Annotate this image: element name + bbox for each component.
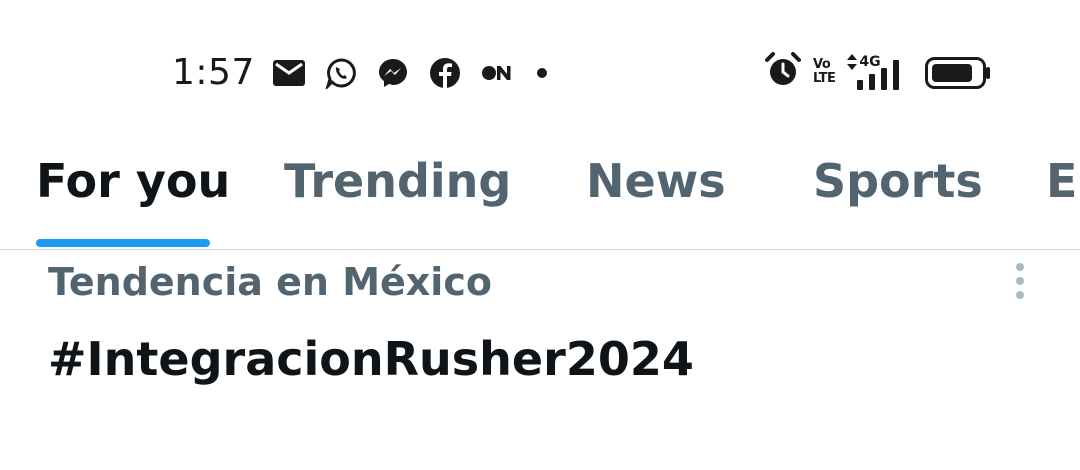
volte-line-1: Vo xyxy=(813,57,831,72)
more-dot-icon xyxy=(535,57,549,89)
data-arrows-icon xyxy=(847,54,858,72)
network-4g-icon: 4G xyxy=(847,54,911,90)
messenger-icon xyxy=(377,57,409,89)
whatsapp-icon xyxy=(325,57,357,89)
email-icon xyxy=(273,57,305,89)
volte-icon: Vo LTE xyxy=(813,57,836,86)
tab-trending[interactable]: Trending xyxy=(284,154,511,208)
tab-bar: For you Trending News Sports En xyxy=(0,130,1080,250)
trend-title[interactable]: #IntegracionRusher2024 xyxy=(48,332,694,386)
on-app-icon xyxy=(481,57,515,89)
signal-icon xyxy=(857,58,911,95)
more-options-button[interactable] xyxy=(1004,260,1036,302)
trend-item[interactable]: Tendencia en México #IntegracionRusher20… xyxy=(0,250,1080,470)
more-vertical-icon xyxy=(1016,263,1024,299)
tab-sports[interactable]: Sports xyxy=(813,154,983,208)
active-tab-indicator xyxy=(36,239,210,247)
trend-context: Tendencia en México xyxy=(48,260,492,304)
system-icons: Vo LTE 4G xyxy=(765,51,991,93)
alarm-icon xyxy=(765,51,801,93)
battery-icon xyxy=(925,57,991,89)
status-bar: 1:57 Vo LTE 4G xyxy=(0,0,1080,130)
status-time: 1:57 xyxy=(172,52,255,93)
tab-for-you[interactable]: For you xyxy=(36,154,230,208)
volte-line-2: LTE xyxy=(813,71,836,86)
notification-icons xyxy=(273,55,549,91)
tab-entertainment[interactable]: En xyxy=(1046,154,1080,208)
facebook-icon xyxy=(429,57,461,89)
tab-news[interactable]: News xyxy=(586,154,726,208)
